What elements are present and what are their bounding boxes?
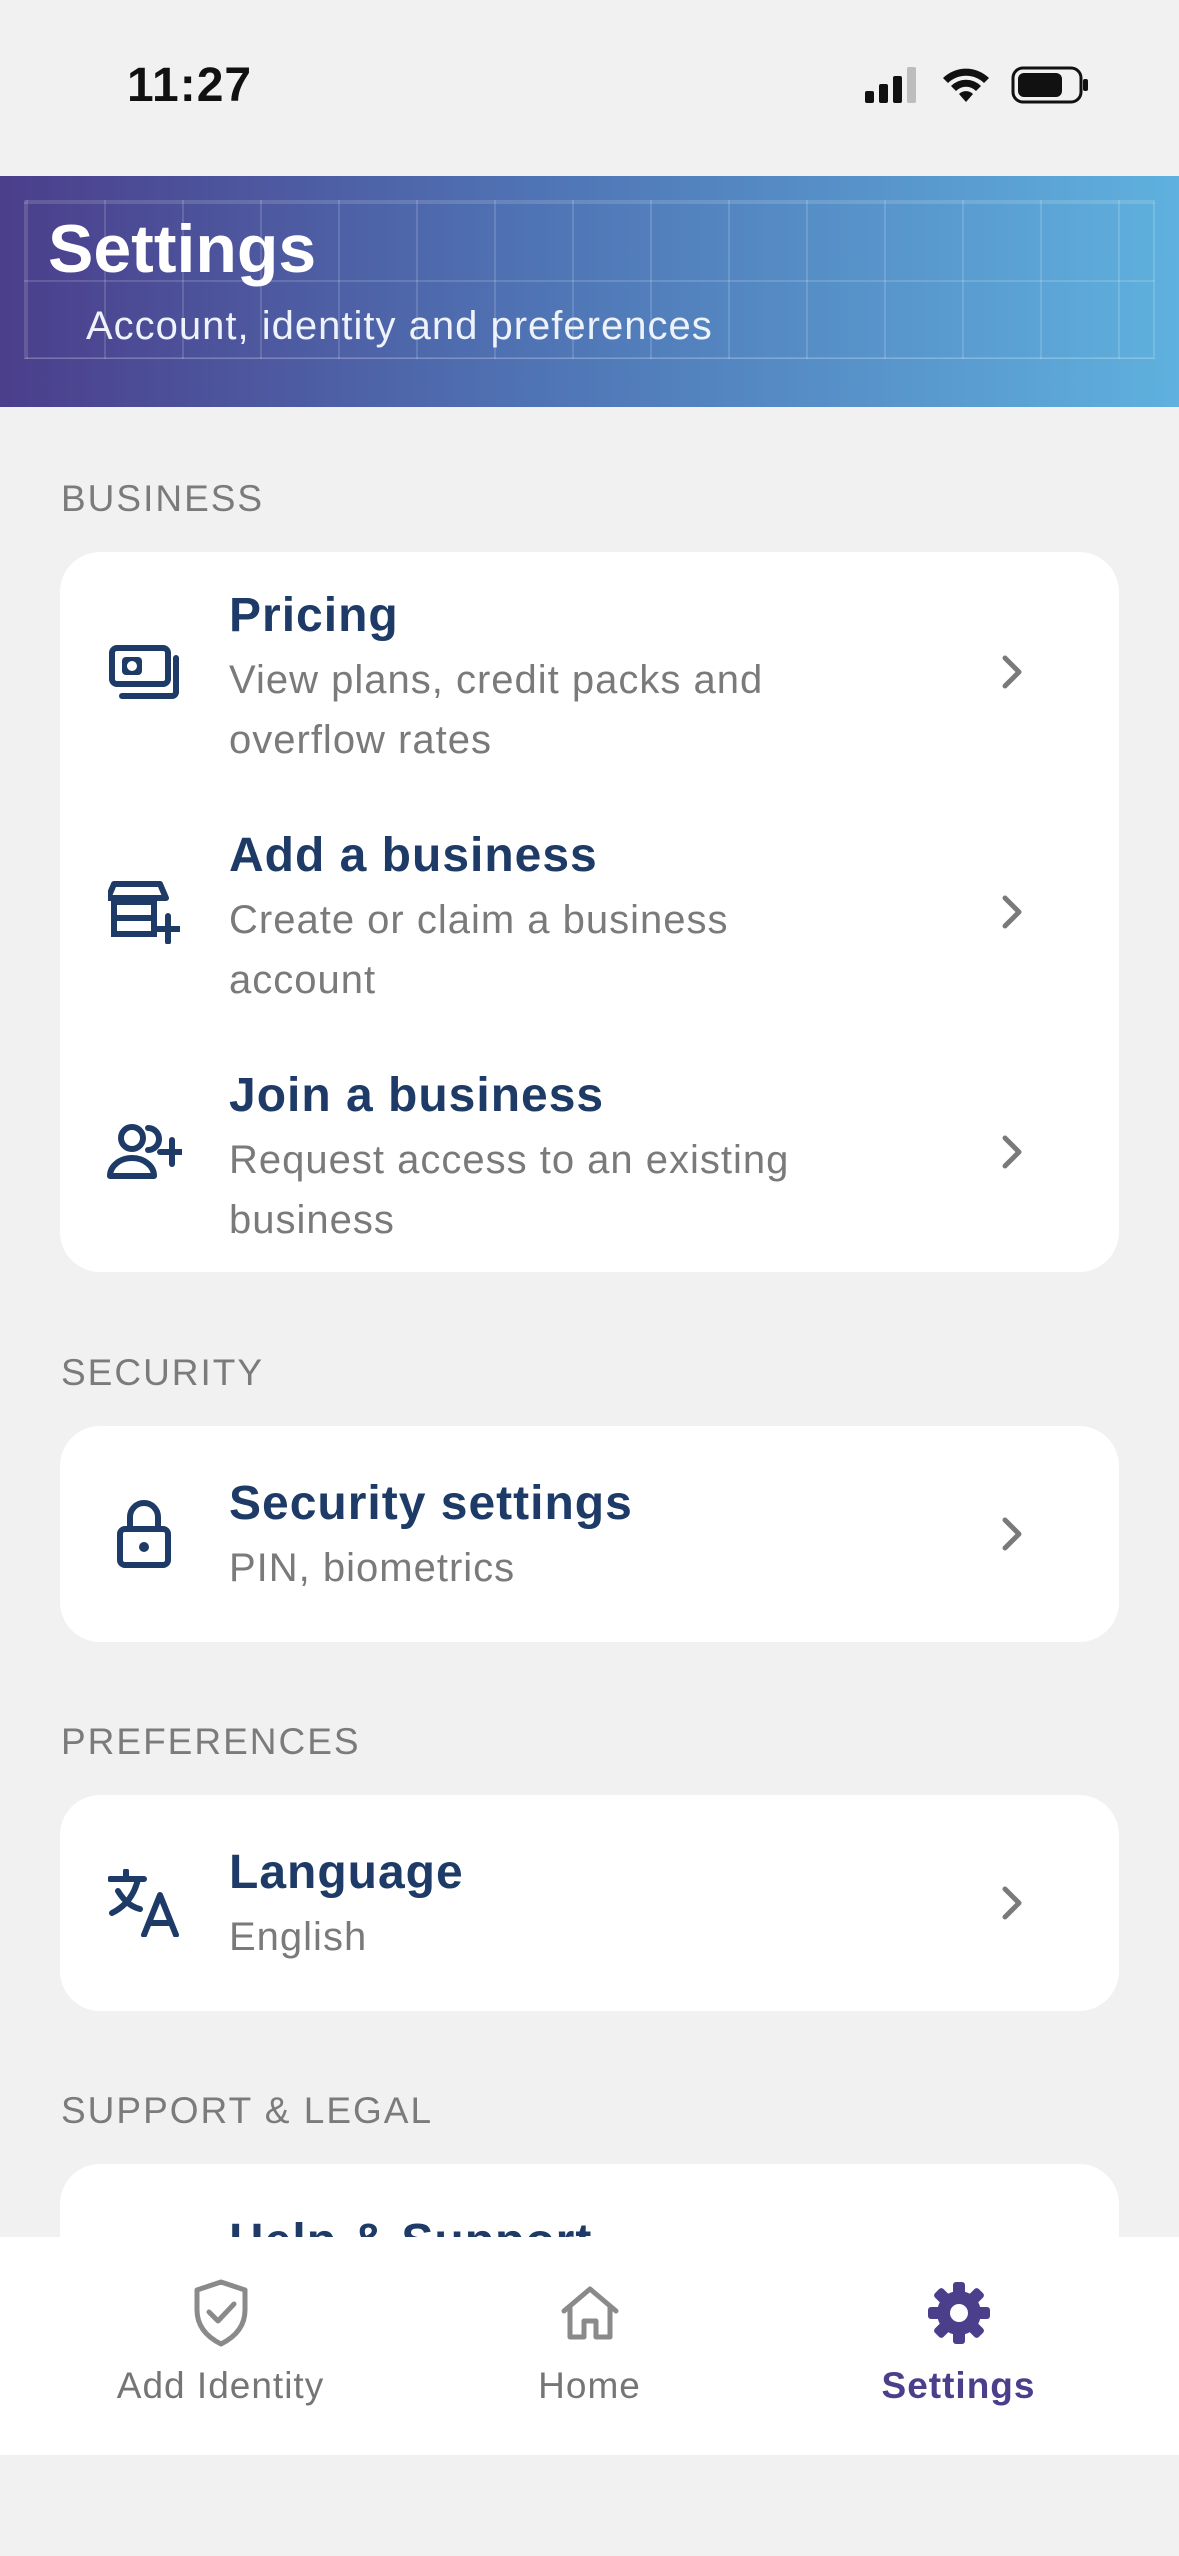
settings-screen: 11:27 Settings Account, identity and pre… [0, 0, 1179, 2556]
row-desc-join-business: Request access to an existing business [229, 1130, 869, 1250]
signal-icon [865, 67, 916, 103]
row-title-security: Security settings [229, 1477, 633, 1530]
row-title-pricing: Pricing [229, 589, 399, 642]
section-label-preferences: PREFERENCES [61, 1721, 361, 1762]
row-desc-add-business: Create or claim a business account [229, 890, 869, 1010]
home-icon [554, 2277, 626, 2349]
row-desc-line2: overflow rates [229, 718, 492, 762]
settings-row-language[interactable]: Language English [60, 1795, 1119, 2011]
nav-item-add-identity[interactable]: Add Identity [24, 2237, 417, 2455]
nav-label: Add Identity [116, 2365, 325, 2406]
row-desc-line2: account [229, 958, 377, 1002]
row-desc-security: PIN, biometrics [229, 1546, 516, 1590]
wifi-icon [943, 68, 989, 102]
store-add-icon [104, 872, 184, 952]
row-desc-line2: business [229, 1198, 395, 1242]
status-bar: 11:27 [0, 0, 1179, 176]
chevron-right-icon [990, 650, 1034, 694]
nav-item-settings[interactable]: Settings [762, 2237, 1155, 2455]
row-desc-language: English [229, 1915, 368, 1959]
settings-row-security[interactable]: Security settings PIN, biometrics [60, 1426, 1119, 1642]
business-card: Pricing View plans, credit packs and ove… [60, 552, 1119, 1272]
section-label-support: SUPPORT & LEGAL [61, 2090, 434, 2131]
settings-row-join-business[interactable]: Join a business Request access to an exi… [60, 1032, 1119, 1272]
header-banner: Settings Account, identity and preferenc… [0, 176, 1179, 407]
chevron-right-icon [990, 890, 1034, 934]
money-icon [104, 632, 184, 712]
chevron-right-icon [990, 1881, 1034, 1925]
row-desc-line1: Request access to an existing [229, 1138, 790, 1182]
section-label-security: SECURITY [61, 1352, 265, 1393]
page-subtitle: Account, identity and preferences [86, 304, 713, 348]
section-label-business: BUSINESS [61, 478, 265, 519]
bottom-nav: Add Identity Home Settings [0, 2237, 1179, 2455]
translate-icon [104, 1863, 184, 1943]
settings-row-pricing[interactable]: Pricing View plans, credit packs and ove… [60, 552, 1119, 792]
row-desc-line1: Create or claim a business [229, 898, 729, 942]
page-title: Settings [48, 211, 317, 287]
preferences-card: Language English [60, 1795, 1119, 2011]
user-add-icon [104, 1112, 184, 1192]
gear-icon [923, 2277, 995, 2349]
status-icons [865, 66, 1089, 104]
nav-label: Home [538, 2365, 641, 2406]
battery-icon [1011, 66, 1088, 104]
security-card: Security settings PIN, biometrics [60, 1426, 1119, 1642]
row-title-join-business: Join a business [229, 1069, 605, 1122]
nav-label-active: Settings [881, 2365, 1036, 2406]
status-time: 11:27 [127, 59, 253, 112]
row-title-add-business: Add a business [229, 829, 598, 882]
row-title-language: Language [229, 1846, 464, 1899]
row-desc-pricing: View plans, credit packs and overflow ra… [229, 650, 869, 770]
row-desc-line1: View plans, credit packs and [229, 658, 764, 702]
shield-check-icon [185, 2277, 257, 2349]
settings-row-add-business[interactable]: Add a business Create or claim a busines… [60, 792, 1119, 1032]
chevron-right-icon [990, 1512, 1034, 1556]
lock-icon [104, 1494, 184, 1574]
chevron-right-icon [990, 1130, 1034, 1174]
nav-item-home[interactable]: Home [393, 2237, 786, 2455]
